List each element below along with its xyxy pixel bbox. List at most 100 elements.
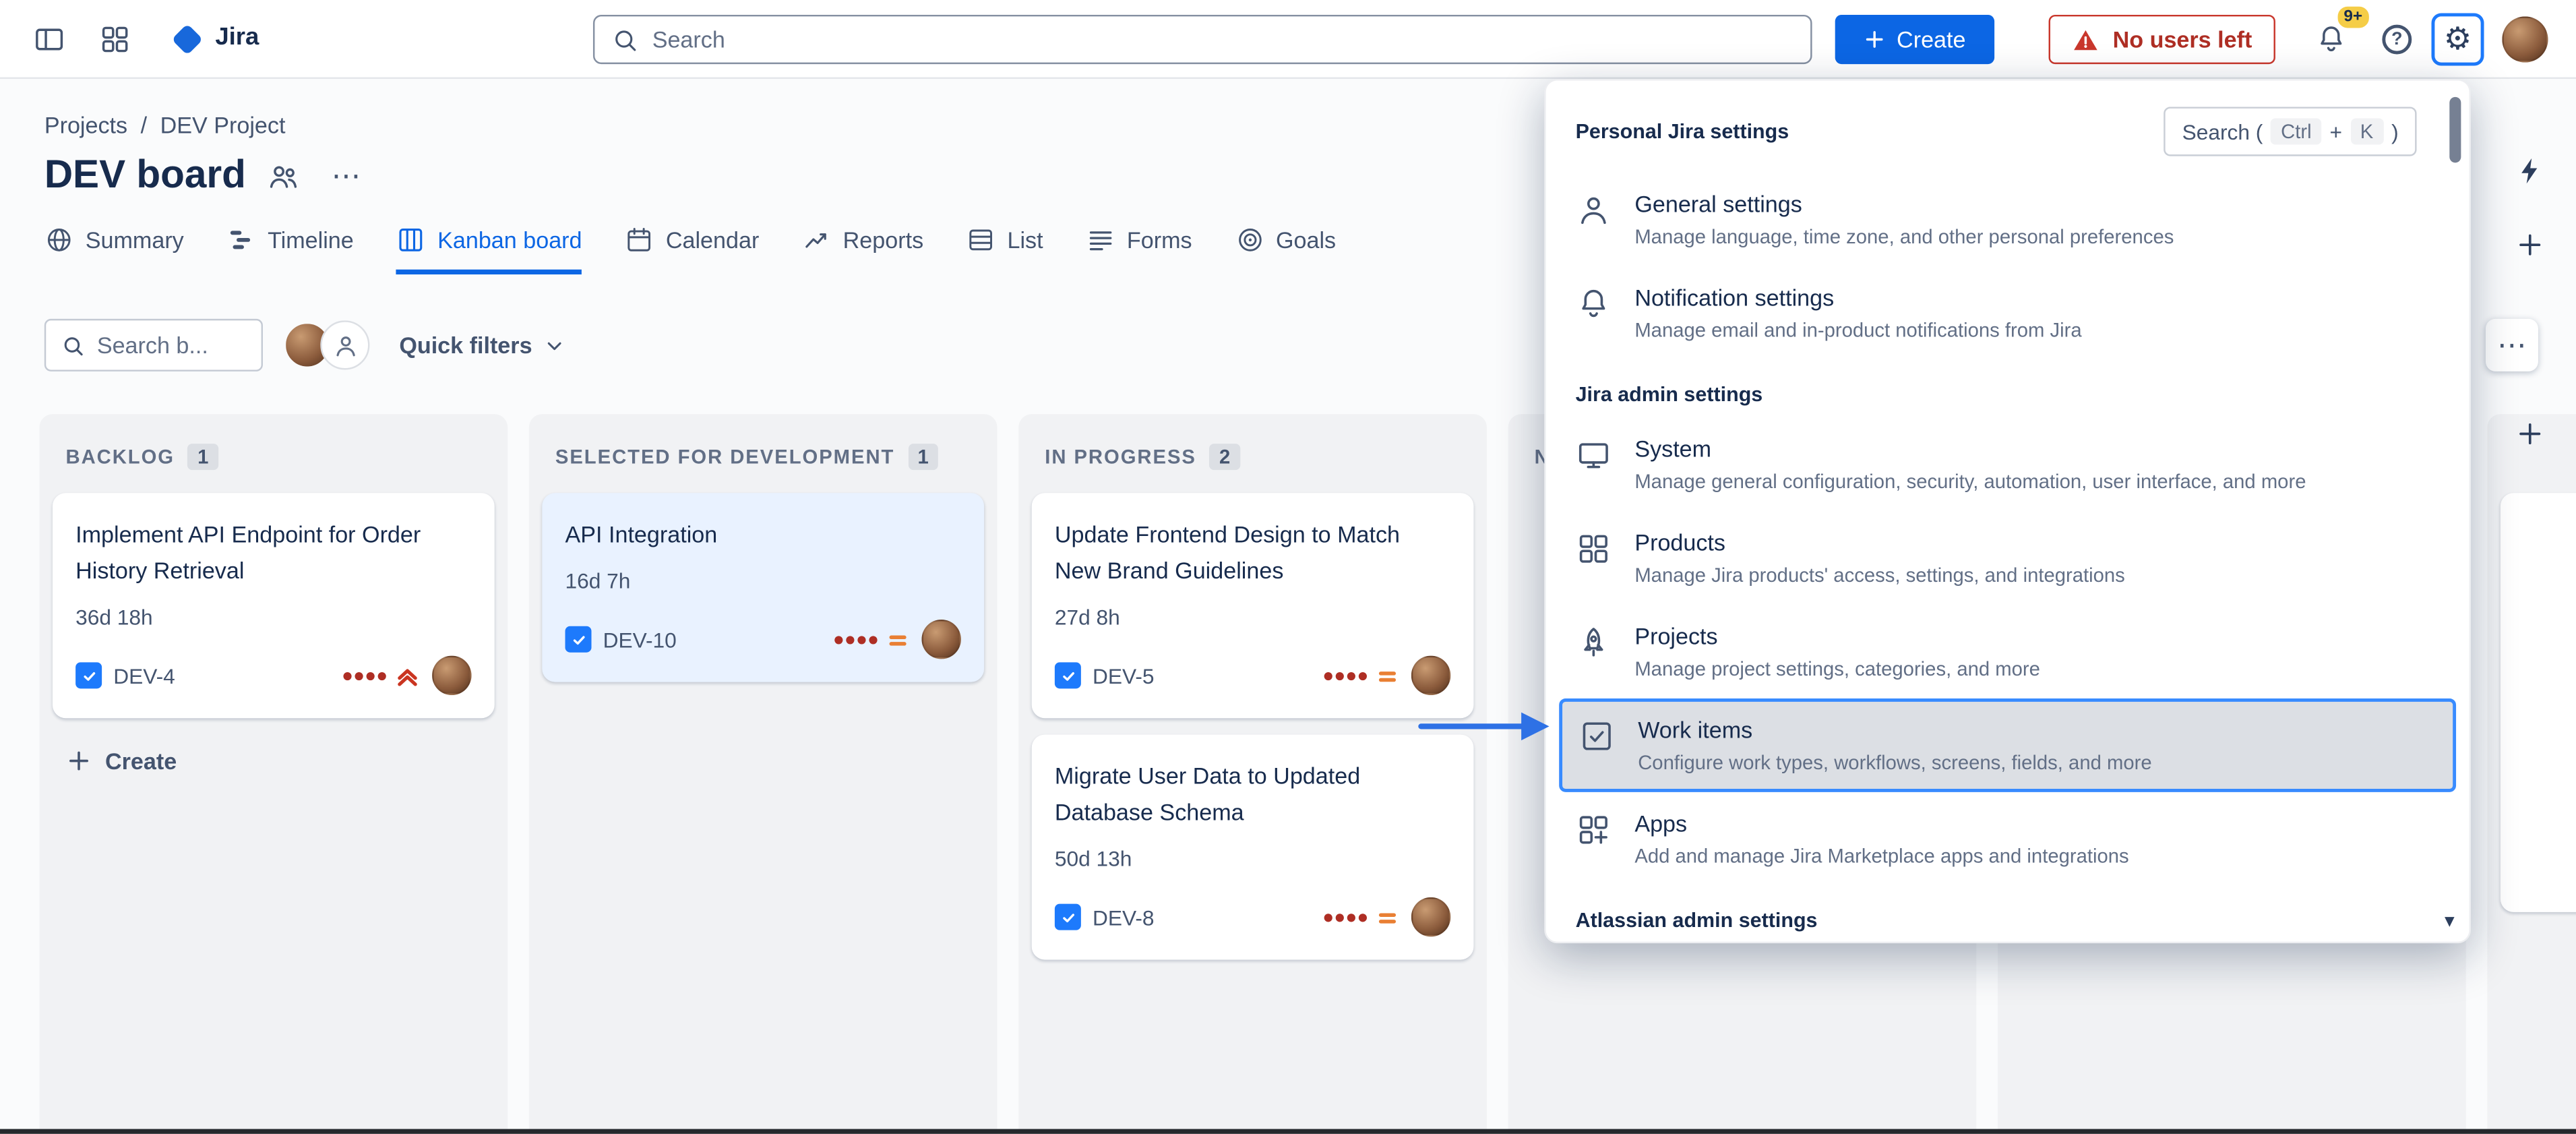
column-count-badge: 1 (188, 444, 219, 470)
tab-calendar[interactable]: Calendar (625, 225, 759, 274)
card-dev-10[interactable]: API Integration 16d 7h DEV-10 (542, 493, 984, 682)
column-count-badge: 1 (908, 444, 939, 470)
notifications-button[interactable]: 9+ (2305, 13, 2358, 66)
tab-list[interactable]: List (967, 225, 1043, 274)
breadcrumb-projects[interactable]: Projects (44, 112, 127, 138)
sidebar-toggle-button[interactable] (23, 13, 75, 66)
breadcrumb-separator: / (141, 112, 147, 138)
column-header: IN PROGRESS 2 (1032, 427, 1474, 494)
task-type-icon (1055, 904, 1081, 930)
card-key: DEV-5 (1093, 663, 1155, 688)
card-dev-4[interactable]: Implement API Endpoint for Order History… (53, 493, 495, 718)
assignee-avatar[interactable] (1411, 656, 1451, 696)
add-column-button[interactable] (2504, 408, 2556, 460)
user-avatar[interactable] (2502, 16, 2548, 62)
board-members-button[interactable] (259, 151, 308, 200)
story-dots-icon (343, 672, 386, 680)
lightning-icon (2513, 154, 2546, 187)
unassigned-avatar[interactable] (320, 320, 369, 369)
chevron-down-icon (542, 333, 567, 358)
menu-item-notification-settings[interactable]: Notification settings Manage email and i… (1546, 266, 2470, 360)
chart-line-icon (802, 225, 832, 255)
board-search-input[interactable] (97, 332, 247, 358)
column-create-button[interactable]: Create (53, 735, 495, 787)
page-title: DEV board (44, 153, 246, 199)
scroll-down-icon[interactable]: ▾ (2445, 909, 2455, 932)
card-dev-8[interactable]: Migrate User Data to Updated Database Sc… (1032, 735, 1474, 960)
tab-summary[interactable]: Summary (44, 225, 184, 274)
tab-kanban-board[interactable]: Kanban board (396, 225, 582, 274)
menu-item-projects[interactable]: Projects Manage project settings, catego… (1546, 605, 2470, 698)
tab-goals[interactable]: Goals (1235, 225, 1336, 274)
tab-forms[interactable]: Forms (1086, 225, 1192, 274)
breadcrumb: Projects / DEV Project (44, 112, 286, 138)
menu-item-general-settings[interactable]: General settings Manage language, time z… (1546, 173, 2470, 266)
personal-settings-heading: Personal Jira settings (1576, 120, 1789, 143)
create-button[interactable]: Create (1835, 15, 1994, 64)
automation-button[interactable] (2504, 145, 2556, 198)
card-key: DEV-4 (113, 663, 175, 688)
column-name: SELECTED FOR DEVELOPMENT (555, 446, 894, 469)
tab-timeline[interactable]: Timeline (226, 225, 354, 274)
dropdown-scrollbar[interactable]: ▾ (2448, 94, 2463, 932)
people-icon (266, 158, 301, 193)
list-icon (967, 225, 996, 255)
no-users-left-button[interactable]: No users left (2049, 15, 2275, 64)
kanban-icon (396, 225, 426, 255)
notifications-badge: 9+ (2334, 3, 2372, 31)
tab-reports[interactable]: Reports (802, 225, 923, 274)
board-title-row: DEV board ⋯ (44, 151, 371, 200)
settings-search-shortcut[interactable]: Search ( Ctrl + K ) (2164, 107, 2417, 156)
quick-filters-button[interactable]: Quick filters (399, 332, 566, 358)
help-icon: ? (2382, 25, 2412, 55)
scrollbar-thumb[interactable] (2449, 97, 2461, 163)
rocket-icon (1576, 624, 1612, 661)
menu-item-products[interactable]: Products Manage Jira products' access, s… (1546, 511, 2470, 605)
card-key: DEV-8 (1093, 905, 1155, 930)
menu-item-work-items[interactable]: Work items Configure work types, workflo… (1559, 698, 2456, 792)
global-search[interactable] (593, 15, 1812, 64)
column-edge-sliver (2487, 414, 2576, 1134)
person-icon (1576, 192, 1612, 229)
board-search[interactable] (44, 319, 263, 371)
timeline-icon (226, 225, 256, 255)
column-in-progress: IN PROGRESS 2 Update Frontend Design to … (1018, 414, 1487, 1134)
breadcrumb-dev-project[interactable]: DEV Project (160, 112, 286, 138)
jira-app: Jira Create No users left 9+ (0, 0, 2576, 1134)
card-estimate: 50d 13h (1055, 846, 1450, 871)
board-more-button[interactable]: ⋯ (321, 151, 371, 200)
jira-admin-settings-heading: Jira admin settings (1546, 360, 2470, 417)
card-title: Update Frontend Design to Match New Bran… (1055, 516, 1450, 588)
card-partial[interactable] (2501, 493, 2576, 912)
bell-icon (1576, 286, 1612, 322)
global-search-input[interactable] (652, 26, 1794, 53)
grid-icon (1576, 531, 1612, 567)
calendar-icon (625, 225, 654, 255)
person-icon (331, 331, 359, 359)
globe-icon (44, 225, 74, 255)
assignee-avatar[interactable] (432, 656, 472, 696)
card-title: Implement API Endpoint for Order History… (75, 516, 471, 588)
priority-medium-icon (1375, 663, 1400, 688)
card-dev-5[interactable]: Update Frontend Design to Match New Bran… (1032, 493, 1474, 718)
task-type-icon (565, 626, 592, 653)
card-key: DEV-10 (603, 627, 677, 652)
jira-logo-icon[interactable] (169, 22, 206, 58)
monitor-icon (1576, 437, 1612, 473)
assignee-avatar[interactable] (921, 620, 961, 659)
board-view-tabs: Summary Timeline Kanban board Calendar R… (44, 225, 1336, 274)
settings-dropdown: Personal Jira settings Search ( Ctrl + K… (1544, 79, 2471, 943)
menu-item-apps[interactable]: Apps Add and manage Jira Marketplace app… (1546, 792, 2470, 886)
lines-icon (1086, 225, 1115, 255)
board-options-button[interactable]: ⋯ (2486, 319, 2538, 371)
priority-medium-icon (886, 627, 911, 652)
help-button[interactable]: ? (2370, 13, 2423, 66)
column-header: SELECTED FOR DEVELOPMENT 1 (542, 427, 984, 494)
app-switcher-button[interactable] (89, 13, 142, 66)
menu-item-system[interactable]: System Manage general configuration, sec… (1546, 417, 2470, 511)
assignee-avatar[interactable] (1411, 897, 1451, 937)
story-dots-icon (1324, 672, 1367, 680)
add-view-button[interactable] (2504, 218, 2556, 271)
settings-button[interactable]: ⚙ (2432, 13, 2484, 66)
card-title: Migrate User Data to Updated Database Sc… (1055, 758, 1450, 830)
